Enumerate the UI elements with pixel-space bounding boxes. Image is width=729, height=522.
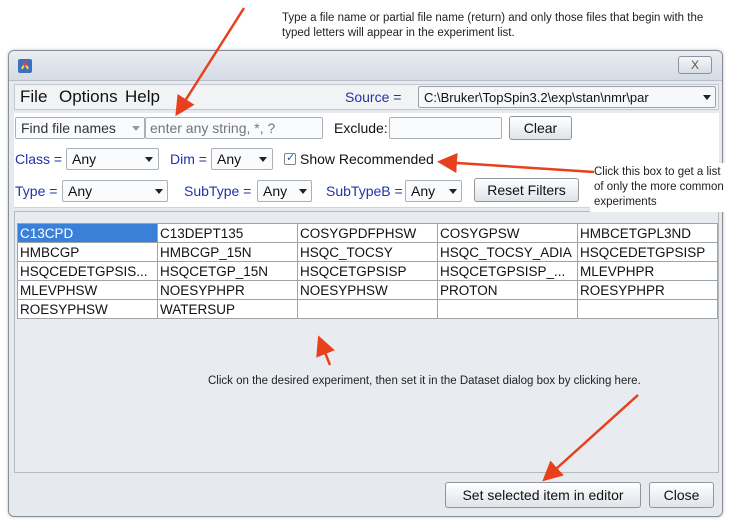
chevron-down-icon bbox=[449, 189, 457, 194]
experiment-cell[interactable]: ROESYPHSW bbox=[17, 299, 158, 319]
clear-button[interactable]: Clear bbox=[509, 116, 572, 140]
experiment-cell[interactable]: C13DEPT135 bbox=[157, 223, 298, 243]
experiment-cell[interactable]: ROESYPHPR bbox=[577, 280, 718, 300]
reset-filters-button[interactable]: Reset Filters bbox=[474, 178, 579, 202]
chevron-down-icon bbox=[703, 95, 711, 100]
experiment-cell[interactable]: COSYGPDFPHSW bbox=[297, 223, 438, 243]
table-row: C13CPD C13DEPT135 COSYGPDFPHSW COSYGPSW HMBC… bbox=[17, 223, 718, 243]
subtypeb-label: SubTypeB = bbox=[326, 183, 403, 199]
annotation-set-item: Click on the desired experiment, then se… bbox=[208, 375, 641, 387]
class-dropdown[interactable]: Any bbox=[66, 148, 159, 170]
empty-cell bbox=[437, 299, 578, 319]
dim-label: Dim = bbox=[170, 151, 207, 167]
experiment-cell[interactable]: PROTON bbox=[437, 280, 578, 300]
annotation-find-files: Type a file name or partial file name (r… bbox=[282, 12, 704, 39]
table-row: HMBCGP HMBCGP_15N HSQC_TOCSY HSQC_TOCSY_ADI… bbox=[17, 242, 718, 262]
source-dropdown[interactable]: C:\Bruker\TopSpin3.2\exp\stan\nmr\par bbox=[418, 86, 716, 108]
java-app-icon bbox=[18, 59, 32, 73]
table-row: MLEVPHSW NOESYPHPR NOESYPHSW PROTON ROESYPHP… bbox=[17, 280, 718, 300]
experiment-cell[interactable]: HSQC_TOCSY bbox=[297, 242, 438, 262]
find-mode-value: Find file names bbox=[21, 120, 116, 136]
experiment-cell[interactable]: HSQC_TOCSY_ADIA bbox=[437, 242, 578, 262]
experiment-table: C13CPD C13DEPT135 COSYGPDFPHSW COSYGPSW HMBC… bbox=[17, 223, 718, 319]
checkmark-icon: ✓ bbox=[286, 152, 296, 164]
set-selected-item-button[interactable]: Set selected item in editor bbox=[445, 482, 641, 508]
dim-value: Any bbox=[217, 151, 242, 167]
empty-cell bbox=[297, 299, 438, 319]
table-row: HSQCEDETGPSIS... HSQCETGP_15N HSQCETGPSISP… bbox=[17, 261, 718, 281]
source-label: Source = bbox=[345, 89, 402, 105]
subtype-dropdown[interactable]: Any bbox=[257, 180, 312, 202]
experiment-cell[interactable]: NOESYPHPR bbox=[157, 280, 298, 300]
annotation-show-recommended: Click this box to get a list of only the… bbox=[590, 163, 729, 212]
subtypeb-dropdown[interactable]: Any bbox=[405, 180, 462, 202]
chevron-down-icon bbox=[132, 126, 140, 131]
source-value: C:\Bruker\TopSpin3.2\exp\stan\nmr\par bbox=[424, 90, 649, 105]
experiment-list: C13CPD C13DEPT135 COSYGPDFPHSW COSYGPSW HMBC… bbox=[14, 211, 719, 473]
chevron-down-icon bbox=[259, 157, 267, 162]
close-button[interactable]: Close bbox=[649, 482, 714, 508]
experiment-cell[interactable]: WATERSUP bbox=[157, 299, 298, 319]
experiment-cell[interactable]: MLEVPHPR bbox=[577, 261, 718, 281]
chevron-down-icon bbox=[299, 189, 307, 194]
menu-bar: File Options Help Source = C:\Bruker\Top… bbox=[14, 84, 719, 110]
find-input[interactable] bbox=[145, 117, 323, 139]
window-close-button[interactable]: X bbox=[678, 56, 712, 74]
experiment-cell[interactable]: COSYGPSW bbox=[437, 223, 578, 243]
experiment-cell[interactable]: HSQCEDETGPSIS... bbox=[17, 261, 158, 281]
experiment-cell[interactable]: MLEVPHSW bbox=[17, 280, 158, 300]
title-bar[interactable]: X bbox=[9, 51, 722, 81]
show-recommended-checkbox[interactable]: ✓ bbox=[284, 152, 296, 165]
experiment-cell[interactable]: HSQCETGPSISP bbox=[297, 261, 438, 281]
experiment-chooser-window: X File Options Help Source = C:\Bruker\T… bbox=[8, 50, 723, 517]
experiment-cell[interactable]: HSQCEDETGPSISP bbox=[577, 242, 718, 262]
experiment-cell[interactable]: HSQCETGPSISP_... bbox=[437, 261, 578, 281]
subtypeb-value: Any bbox=[411, 183, 436, 199]
chevron-down-icon bbox=[155, 189, 163, 194]
table-row: ROESYPHSW WATERSUP bbox=[17, 299, 718, 319]
show-recommended-label[interactable]: Show Recommended bbox=[300, 151, 434, 167]
experiment-cell[interactable]: HMBCGP bbox=[17, 242, 158, 262]
close-icon: X bbox=[691, 58, 700, 72]
subtype-value: Any bbox=[263, 183, 288, 199]
type-dropdown[interactable]: Any bbox=[62, 180, 168, 202]
type-value: Any bbox=[68, 183, 93, 199]
experiment-cell[interactable]: HMBCGP_15N bbox=[157, 242, 298, 262]
empty-cell bbox=[577, 299, 718, 319]
exclude-label: Exclude: bbox=[334, 120, 388, 136]
chevron-down-icon bbox=[145, 157, 153, 162]
menu-help[interactable]: Help bbox=[125, 87, 160, 107]
subtype-label: SubType = bbox=[184, 183, 252, 199]
menu-file[interactable]: File bbox=[20, 87, 47, 107]
class-label: Class = bbox=[15, 151, 63, 167]
experiment-cell[interactable]: HSQCETGP_15N bbox=[157, 261, 298, 281]
find-mode-dropdown[interactable]: Find file names bbox=[15, 117, 145, 139]
dim-dropdown[interactable]: Any bbox=[211, 148, 273, 170]
experiment-cell[interactable]: NOESYPHSW bbox=[297, 280, 438, 300]
experiment-cell[interactable]: C13CPD bbox=[17, 223, 158, 243]
experiment-cell[interactable]: HMBCETGPL3ND bbox=[577, 223, 718, 243]
exclude-input[interactable] bbox=[389, 117, 502, 139]
menu-options[interactable]: Options bbox=[59, 87, 118, 107]
type-label: Type = bbox=[15, 183, 58, 199]
class-value: Any bbox=[72, 151, 97, 167]
